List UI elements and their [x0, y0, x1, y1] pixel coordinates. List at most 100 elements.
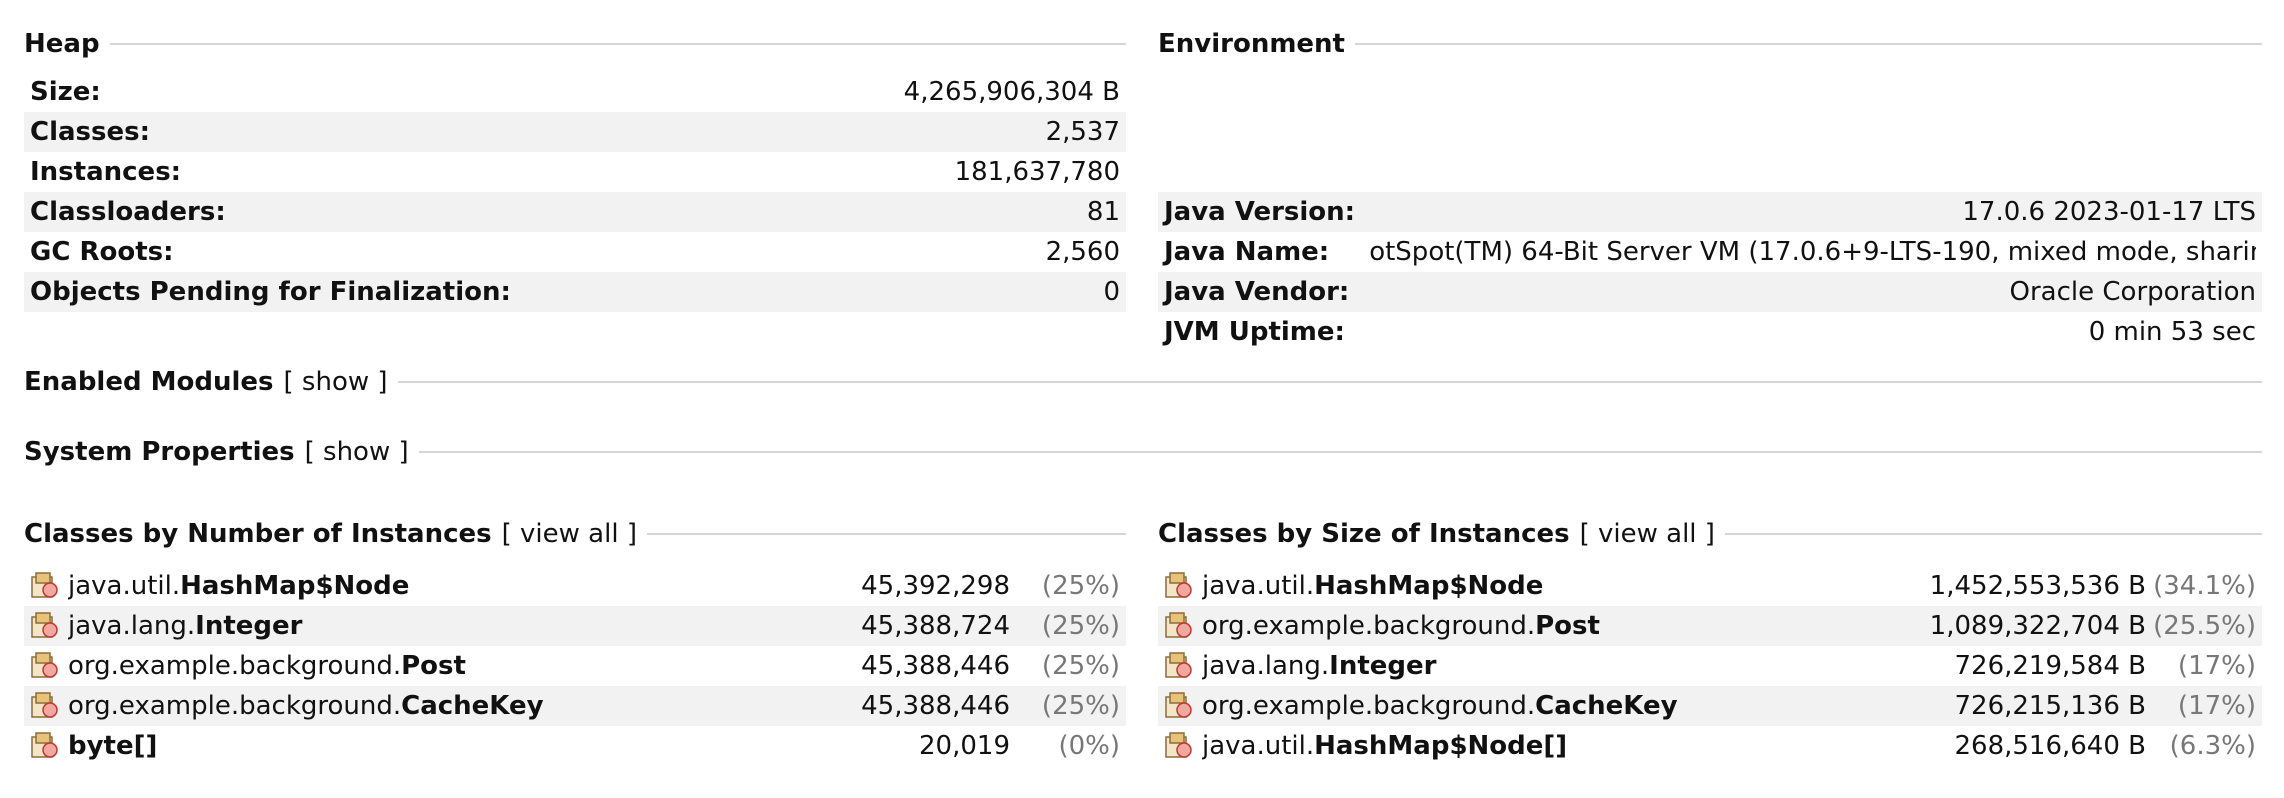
heap-divider — [109, 43, 1126, 45]
class-simple-name: CacheKey — [1535, 691, 1678, 721]
class-icon — [1165, 572, 1192, 598]
table-row[interactable]: java.lang.Integer 726,219,584 B (17%) — [1158, 646, 2262, 686]
class-simple-name: HashMap$Node — [1314, 571, 1544, 601]
environment-title: Environment — [1158, 29, 1345, 59]
heap-label: Instances: — [30, 157, 182, 187]
instance-percent: (25%) — [1041, 691, 1120, 721]
enabled-modules-title: Enabled Modules — [24, 367, 274, 397]
table-row[interactable]: org.example.background.Post 45,388,446 (… — [24, 646, 1126, 686]
classes-by-size-title: Classes by Size of Instances — [1158, 519, 1570, 549]
heap-value: 2,560 — [1045, 237, 1120, 267]
classes-by-size-view-all-link[interactable]: [ view all ] — [1580, 519, 1715, 549]
env-value: otSpot(TM) 64-Bit Server VM (17.0.6+9-LT… — [1369, 237, 2256, 267]
heap-row-pending-finalization: Objects Pending for Finalization: 0 — [24, 272, 1126, 312]
class-package: java.lang. — [68, 611, 196, 641]
class-name[interactable]: org.example.background.Post — [1202, 611, 1866, 641]
env-row-java-version: Java Version: 17.0.6 2023-01-17 LTS — [1158, 192, 2262, 232]
class-name[interactable]: java.util.HashMap$Node — [68, 571, 800, 601]
table-row[interactable]: org.example.background.Post 1,089,322,70… — [1158, 606, 2262, 646]
class-package: org.example.background. — [68, 691, 402, 721]
env-row-java-vendor: Java Vendor: Oracle Corporation — [1158, 272, 2262, 312]
class-name[interactable]: byte[] — [68, 731, 800, 761]
class-name[interactable]: org.example.background.Post — [68, 651, 800, 681]
class-icon — [31, 652, 58, 678]
heap-label: Classes: — [30, 117, 150, 147]
env-label: JVM Uptime: — [1164, 317, 1345, 347]
class-icon — [31, 692, 58, 718]
classes-by-number-table: java.util.HashMap$Node 45,392,298 (25%) … — [24, 566, 1126, 766]
environment-divider — [1355, 43, 2262, 45]
class-icon — [1165, 692, 1192, 718]
class-name[interactable]: org.example.background.CacheKey — [1202, 691, 1866, 721]
class-simple-name: CacheKey — [401, 691, 544, 721]
instance-count: 45,388,446 — [861, 691, 1010, 721]
class-name[interactable]: java.util.HashMap$Node — [1202, 571, 1866, 601]
env-label: Java Version: — [1164, 197, 1356, 227]
size-percent: (17%) — [2177, 651, 2256, 681]
class-package: java.util. — [1202, 731, 1315, 761]
class-icon — [31, 612, 58, 638]
class-name[interactable]: java.util.HashMap$Node[] — [1202, 731, 1866, 761]
heap-label: Classloaders: — [30, 197, 226, 227]
heap-title: Heap — [24, 29, 100, 59]
classes-by-size-table: java.util.HashMap$Node 1,452,553,536 B (… — [1158, 566, 2262, 766]
size-percent: (17%) — [2177, 691, 2256, 721]
class-package: java.util. — [1202, 571, 1315, 601]
table-row[interactable]: java.util.HashMap$Node 45,392,298 (25%) — [24, 566, 1126, 606]
table-row[interactable]: java.util.HashMap$Node[] 268,516,640 B (… — [1158, 726, 2262, 766]
class-icon — [31, 732, 58, 758]
table-row[interactable]: org.example.background.CacheKey 726,215,… — [1158, 686, 2262, 726]
heap-row-instances: Instances: 181,637,780 — [24, 152, 1126, 192]
size-percent: (6.3%) — [2169, 731, 2256, 761]
table-row[interactable]: java.lang.Integer 45,388,724 (25%) — [24, 606, 1126, 646]
class-package: java.util. — [68, 571, 181, 601]
class-simple-name: HashMap$Node — [180, 571, 410, 601]
heap-value: 0 — [1103, 277, 1120, 307]
class-name[interactable]: java.lang.Integer — [1202, 651, 1866, 681]
system-properties-title: System Properties — [24, 437, 295, 467]
table-row[interactable]: org.example.background.CacheKey 45,388,4… — [24, 686, 1126, 726]
class-name[interactable]: java.lang.Integer — [68, 611, 800, 641]
env-label: Java Name: — [1164, 237, 1330, 267]
env-value: 0 min 53 sec — [2088, 317, 2256, 347]
heap-table: Size: 4,265,906,304 B Classes: 2,537 Ins… — [24, 72, 1126, 312]
instance-count: 45,388,446 — [861, 651, 1010, 681]
heap-label: GC Roots: — [30, 237, 174, 267]
class-package: org.example.background. — [1202, 691, 1536, 721]
environment-header: Environment — [1158, 24, 2262, 64]
classes-by-number-title: Classes by Number of Instances — [24, 519, 492, 549]
heap-value: 4,265,906,304 B — [903, 77, 1120, 107]
class-simple-name: Post — [401, 651, 466, 681]
class-package: org.example.background. — [1202, 611, 1536, 641]
heap-label: Objects Pending for Finalization: — [30, 277, 511, 307]
size-percent: (34.1%) — [2153, 571, 2256, 601]
instance-size: 726,215,136 B — [1954, 691, 2146, 721]
table-row[interactable]: byte[] 20,019 (0%) — [24, 726, 1126, 766]
class-package: java.lang. — [1202, 651, 1330, 681]
system-properties-header: System Properties [ show ] — [24, 432, 2262, 472]
heap-value: 181,637,780 — [954, 157, 1120, 187]
heap-header: Heap — [24, 24, 1126, 64]
instance-size: 1,089,322,704 B — [1929, 611, 2146, 641]
enabled-modules-header: Enabled Modules [ show ] — [24, 362, 2262, 402]
heap-row-classloaders: Classloaders: 81 — [24, 192, 1126, 232]
classes-by-size-header: Classes by Size of Instances [ view all … — [1158, 514, 2262, 554]
size-percent: (25.5%) — [2153, 611, 2256, 641]
class-simple-name: Post — [1535, 611, 1600, 641]
class-simple-name: Integer — [195, 611, 303, 641]
table-row[interactable]: java.util.HashMap$Node 1,452,553,536 B (… — [1158, 566, 2262, 606]
heap-value: 2,537 — [1045, 117, 1120, 147]
system-properties-show-link[interactable]: [ show ] — [305, 437, 409, 467]
instance-size: 268,516,640 B — [1954, 731, 2146, 761]
class-name[interactable]: org.example.background.CacheKey — [68, 691, 800, 721]
heap-row-classes: Classes: 2,537 — [24, 112, 1126, 152]
class-icon — [1165, 612, 1192, 638]
classes-by-number-view-all-link[interactable]: [ view all ] — [502, 519, 637, 549]
system-properties-divider — [418, 451, 2262, 453]
env-value: Oracle Corporation — [2009, 277, 2256, 307]
enabled-modules-show-link[interactable]: [ show ] — [284, 367, 388, 397]
instance-count: 45,392,298 — [861, 571, 1010, 601]
instance-percent: (25%) — [1041, 611, 1120, 641]
heap-row-size: Size: 4,265,906,304 B — [24, 72, 1126, 112]
class-icon — [1165, 732, 1192, 758]
